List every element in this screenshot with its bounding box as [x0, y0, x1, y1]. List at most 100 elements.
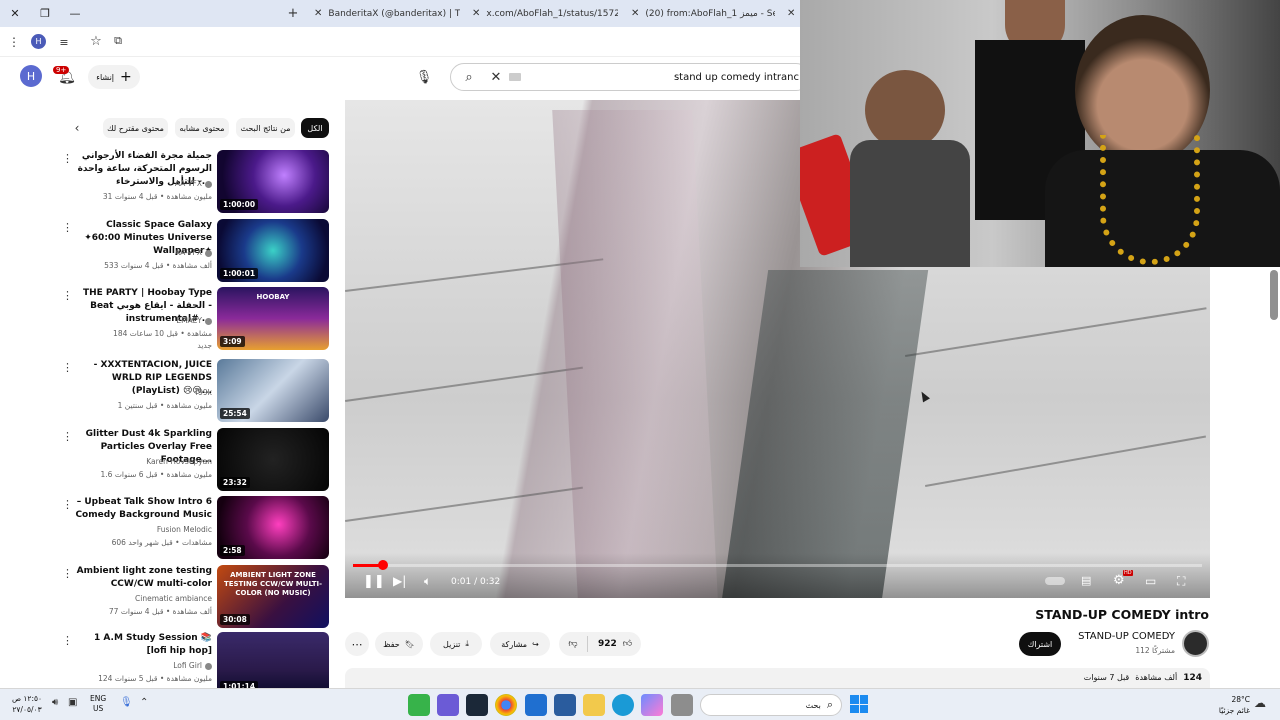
search-input[interactable]: stand up comedy intranc [521, 72, 809, 83]
fullscreen-icon[interactable]: ⛶ [1177, 574, 1185, 589]
video-thumbnail[interactable]: AMBIENT LIGHT ZONE TESTING CCW/CW MULTI-… [217, 565, 329, 628]
theater-mode-icon[interactable]: ▭ [1145, 574, 1156, 588]
subscribe-button[interactable]: اشتراك [1019, 632, 1061, 656]
video-title-link[interactable]: – Upbeat Talk Show Intro 6 Comedy Backgr… [72, 496, 212, 522]
teams-icon[interactable] [437, 694, 459, 716]
edge-icon[interactable] [612, 694, 634, 716]
video-meta: 606 مشاهدات • قبل شهر واحد [111, 538, 212, 547]
network-tray-icon[interactable]: ▣ [68, 697, 77, 708]
video-title-link[interactable]: 1 A.M Study Session 📚 [lofi hip hop] [72, 632, 212, 658]
recommendation-item[interactable]: 23:32 ⋮ Glitter Dust 4k Sparkling Particle… [60, 428, 332, 494]
channel-name[interactable]: AA-VFX [72, 248, 212, 257]
recommendation-item[interactable]: 2:58 ⋮ – Upbeat Talk Show Intro 6 Comedy B… [60, 496, 332, 562]
channel-name[interactable]: Cinematic ambiance [72, 594, 212, 603]
install-app-icon[interactable]: ⧉ [110, 33, 126, 49]
recommendation-item[interactable]: 1:00:00 ⋮ جميلة مجرة الفضاء الأرجواني الرس… [60, 150, 332, 216]
clear-search-icon[interactable]: ✕ [487, 64, 505, 90]
dislike-icon[interactable]: 👎︎ [559, 639, 587, 649]
volume-tray-icon[interactable]: 🔊︎ [52, 697, 58, 708]
volume-icon[interactable]: 🔈︎ [424, 574, 431, 589]
outlook-icon[interactable] [525, 694, 547, 716]
close-window-icon[interactable]: ✕ [0, 0, 30, 27]
bookmark-star-icon[interactable]: ☆ [88, 33, 104, 49]
language-indicator[interactable]: ENG US [90, 694, 106, 714]
close-tab-icon[interactable]: ✕ [472, 8, 480, 19]
task-view-icon[interactable] [671, 694, 693, 716]
mic-tray-icon[interactable]: 🎙︎ [120, 697, 133, 708]
profile-avatar[interactable]: H [31, 34, 46, 49]
channel-avatar[interactable] [1182, 630, 1209, 657]
like-icon[interactable]: 👍︎ [617, 639, 632, 649]
hd-badge: HD [1123, 570, 1133, 576]
video-thumbnail[interactable]: 23:32 [217, 428, 329, 491]
file-explorer-icon[interactable] [583, 694, 605, 716]
weather-widget[interactable]: 28°C غائم جزئيًا [1200, 694, 1250, 716]
chrome-icon[interactable] [495, 694, 517, 716]
progress-scrubber[interactable] [377, 560, 388, 570]
close-tab-icon[interactable]: ✕ [631, 8, 639, 19]
video-thumbnail[interactable]: 1:00:00 [217, 150, 329, 213]
voice-search-mic-icon[interactable]: 🎙︎ [413, 66, 435, 88]
show-hidden-icons-chevron[interactable]: ⌃ [140, 697, 148, 708]
recommendation-item[interactable]: 1:00:01 ⋮ Classic Space Galaxy ✦60:00 Minu… [60, 219, 332, 285]
chips-scroll-left-icon[interactable]: ‹ [70, 120, 84, 136]
video-thumbnail[interactable]: 1:01:14 [217, 632, 329, 695]
download-button[interactable]: تنزيل ⤓ [430, 632, 482, 656]
tab-x-status[interactable]: ✕ x.com/AboFlah_1/status/15722 X [466, 0, 618, 27]
share-button[interactable]: مشاركة ↪ [490, 632, 550, 656]
lang-top: ENG [90, 694, 107, 703]
tab-tiktok[interactable]: ✕ BanderitaX (@banderitax) | Tik ♪ [308, 0, 460, 27]
tab-partial[interactable]: ✕ [781, 0, 799, 27]
video-thumbnail[interactable]: 1:00:01 [217, 219, 329, 282]
copilot-icon[interactable] [641, 694, 663, 716]
windows-start-icon[interactable] [850, 695, 868, 713]
app-icon-1[interactable] [408, 694, 430, 716]
chip-all[interactable]: الكل [301, 118, 329, 138]
create-button[interactable]: إنشاء + [88, 65, 140, 89]
description-box[interactable]: 124 ألف مشاهدة قبل 7 سنوات [345, 668, 1210, 688]
like-count[interactable]: 922 [588, 639, 617, 649]
channel-name[interactable]: AA-VFX [72, 179, 212, 188]
next-icon[interactable]: ▶| [393, 574, 406, 588]
menu-dots-icon[interactable]: ⋮ [6, 34, 22, 50]
minimize-window-icon[interactable]: — [60, 0, 90, 27]
clock-time: ١٢:٥٠ ص [11, 694, 43, 703]
close-tab-icon[interactable]: ✕ [787, 8, 795, 19]
close-tab-icon[interactable]: ✕ [314, 8, 322, 19]
video-thumbnail[interactable]: 25:54 [217, 359, 329, 422]
progress-bar[interactable] [353, 560, 1202, 570]
channel-name[interactable]: f99k [72, 388, 212, 397]
video-title-link[interactable]: Ambient light zone testing CCW/CW multi-… [72, 565, 212, 591]
save-button[interactable]: حفظ 🔖︎ [375, 632, 423, 656]
more-actions-icon[interactable]: ⋯ [345, 632, 369, 656]
clock[interactable]: ١٢:٥٠ ص ٢٧/٠٥/٠٣ [10, 693, 44, 715]
keyboard-icon[interactable] [509, 73, 521, 81]
recommendation-item[interactable]: 25:54 ⋮ - XXXTENTACION, JUICE WRLD RIP LEG… [60, 359, 332, 425]
tab-x-search[interactable]: ✕ (20) from:AboFlah_1 ميمز - Sea X [625, 0, 775, 27]
channel-name[interactable]: Karen Hovsepyan [72, 457, 212, 466]
channel-name[interactable]: Fusion Melodic [72, 525, 212, 534]
pause-icon[interactable]: ❚❚ [363, 574, 385, 589]
tab-search-icon[interactable]: ≡ [56, 34, 72, 50]
subtitles-icon[interactable]: ▤ [1081, 574, 1091, 587]
channel-name[interactable]: EMAEY [72, 316, 212, 325]
autoplay-toggle[interactable] [1045, 577, 1065, 585]
apps-icon[interactable] [554, 694, 576, 716]
chip-from-search[interactable]: من نتائج البحث [236, 118, 295, 138]
page-scrollbar[interactable] [1270, 270, 1278, 320]
like-dislike-group: 👎︎ 922 👍︎ [559, 632, 641, 656]
recommendation-item[interactable]: AMBIENT LIGHT ZONE TESTING CCW/CW MULTI-… [60, 565, 332, 631]
chip-suggested[interactable]: محتوى مقترح لك [103, 118, 168, 138]
duration-badge: 1:00:01 [220, 268, 259, 279]
channel-name[interactable]: Lofi Girl [72, 661, 212, 670]
taskbar-search-box[interactable]: بحث ⌕ [700, 694, 842, 716]
recommendation-item[interactable]: HOOBAY 3:09 ⋮ THE PARTY | Hoobay Type Beat … [60, 287, 332, 353]
new-tab-button[interactable]: + [283, 3, 303, 23]
search-icon[interactable]: ⌕ [451, 64, 487, 90]
chip-similar[interactable]: محتوى مشابه [175, 118, 229, 138]
restore-window-icon[interactable]: ❐ [30, 0, 60, 27]
video-thumbnail[interactable]: HOOBAY 3:09 [217, 287, 329, 350]
video-thumbnail[interactable]: 2:58 [217, 496, 329, 559]
steam-icon[interactable] [466, 694, 488, 716]
account-avatar[interactable]: H [20, 65, 42, 87]
